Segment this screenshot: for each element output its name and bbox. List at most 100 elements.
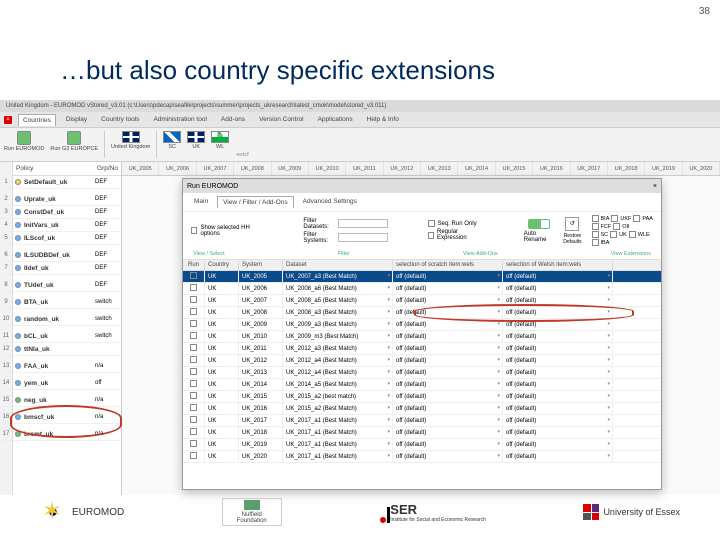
ext-checkbox[interactable] (592, 223, 599, 230)
run-checkbox[interactable] (190, 344, 197, 351)
cell-switch[interactable]: off (default) (393, 343, 503, 354)
function-row[interactable]: Uprate_ukDEF (13, 193, 121, 206)
year-col[interactable]: UK_2015 (496, 162, 533, 175)
cell-hh[interactable]: off (default) (503, 307, 613, 318)
function-row[interactable]: bmscf_ukn/a (13, 411, 121, 424)
menu-countries[interactable]: Countries (18, 114, 56, 126)
cell-switch[interactable]: off (default) (393, 427, 503, 438)
cell-dataset[interactable]: UK_2017_a1 (Best Match) (283, 427, 393, 438)
table-row[interactable]: UKUK_2006UK_2008_a6 (Best Match)off (def… (183, 283, 661, 295)
run-checkbox[interactable] (190, 428, 197, 435)
restore-defaults-icon[interactable]: ↺ (565, 217, 579, 231)
year-col[interactable]: UK_2020 (683, 162, 720, 175)
run-checkbox[interactable] (190, 356, 197, 363)
table-row[interactable]: UKUK_2011UK_2012_a3 (Best Match)off (def… (183, 343, 661, 355)
year-col[interactable]: UK_2013 (421, 162, 458, 175)
cell-dataset[interactable]: UK_2017_a1 (Best Match) (283, 439, 393, 450)
cell-hh[interactable]: off (default) (503, 379, 613, 390)
cell-dataset[interactable]: UK_2007_a3 (Best Match) (283, 271, 393, 282)
cell-dataset[interactable]: UK_2008_a3 (Best Match) (283, 307, 393, 318)
table-row[interactable]: UKUK_2020UK_2017_a1 (Best Match)off (def… (183, 451, 661, 463)
cell-switch[interactable]: off (default) (393, 355, 503, 366)
function-row[interactable]: SetDefault_ukDEF (13, 176, 121, 189)
menu-applications[interactable]: Applications (314, 114, 357, 125)
cell-hh[interactable]: off (default) (503, 451, 613, 462)
cell-switch[interactable]: off (default) (393, 439, 503, 450)
run-checkbox[interactable] (190, 308, 197, 315)
function-row[interactable]: TUdef_ukDEF (13, 279, 121, 292)
dialog-close-icon[interactable]: × (653, 183, 657, 190)
cell-switch[interactable]: off (default) (393, 415, 503, 426)
run-checkbox[interactable] (190, 440, 197, 447)
year-col[interactable]: UK_2005 (122, 162, 159, 175)
function-row[interactable]: bCL_ukswitch (13, 330, 121, 343)
cell-switch[interactable]: off (default) (393, 391, 503, 402)
function-row[interactable]: yem_ukoff (13, 377, 121, 390)
table-row[interactable]: UKUK_2005UK_2007_a3 (Best Match)off (def… (183, 271, 661, 283)
regex-checkbox[interactable] (428, 232, 434, 239)
function-row[interactable]: ILScof_ukDEF (13, 232, 121, 245)
table-row[interactable]: UKUK_2009UK_2009_a3 (Best Match)off (def… (183, 319, 661, 331)
function-row[interactable]: random_ukswitch (13, 313, 121, 326)
ext-checkbox[interactable] (610, 231, 617, 238)
flag-sc[interactable]: SC (163, 131, 181, 158)
table-row[interactable]: UKUK_2014UK_2014_a5 (Best Match)off (def… (183, 379, 661, 391)
run-checkbox[interactable] (190, 392, 197, 399)
ext-checkbox[interactable] (592, 231, 599, 238)
filter-datasets-input[interactable] (338, 219, 388, 228)
show-selected-hh-checkbox[interactable] (191, 227, 197, 234)
table-row[interactable]: UKUK_2012UK_2012_a4 (Best Match)off (def… (183, 355, 661, 367)
table-row[interactable]: UKUK_2017UK_2017_a1 (Best Match)off (def… (183, 415, 661, 427)
cell-dataset[interactable]: UK_2015_a2 (Best Match) (283, 403, 393, 414)
cell-hh[interactable]: off (default) (503, 319, 613, 330)
function-list[interactable]: Policy Grp/No SetDefault_ukDEFUprate_ukD… (13, 162, 121, 495)
cell-hh[interactable]: off (default) (503, 355, 613, 366)
menu-country-tools[interactable]: Country tools (97, 114, 143, 125)
ext-checkbox[interactable] (633, 215, 640, 222)
cell-hh[interactable]: off (default) (503, 283, 613, 294)
year-col[interactable]: UK_2014 (458, 162, 495, 175)
year-col[interactable]: UK_2017 (571, 162, 608, 175)
cell-hh[interactable]: off (default) (503, 343, 613, 354)
cell-switch[interactable]: off (default) (393, 403, 503, 414)
year-col[interactable]: UK_2006 (159, 162, 196, 175)
run-checkbox[interactable] (190, 332, 197, 339)
ext-checkbox[interactable] (592, 215, 599, 222)
cell-switch[interactable]: off (default) (393, 367, 503, 378)
function-row[interactable]: BTA_ukswitch (13, 296, 121, 309)
cell-dataset[interactable]: UK_2012_a3 (Best Match) (283, 343, 393, 354)
year-col[interactable]: UK_2010 (309, 162, 346, 175)
cell-dataset[interactable]: UK_2012_a4 (Best Match) (283, 355, 393, 366)
cell-dataset[interactable]: UK_2012_a4 (Best Match) (283, 367, 393, 378)
cell-hh[interactable]: off (default) (503, 331, 613, 342)
year-col[interactable]: UK_2008 (234, 162, 271, 175)
year-col[interactable]: UK_2019 (645, 162, 682, 175)
table-row[interactable]: UKUK_2010UK_2009_m3 (Best Match)off (def… (183, 331, 661, 343)
function-row[interactable]: ConstDef_ukDEF (13, 206, 121, 219)
cell-switch[interactable]: off (default) (393, 319, 503, 330)
function-row[interactable]: ttNla_uk (13, 343, 121, 356)
dlg-tab-view-filter[interactable]: View / Filter / Add-Ons (217, 196, 294, 208)
table-row[interactable]: UKUK_2008UK_2008_a3 (Best Match)off (def… (183, 307, 661, 319)
menu-help[interactable]: Help & Info (363, 114, 403, 125)
ext-checkbox[interactable] (611, 215, 618, 222)
cell-hh[interactable]: off (default) (503, 403, 613, 414)
table-row[interactable]: UKUK_2015UK_2015_a2 (best match)off (def… (183, 391, 661, 403)
year-col[interactable]: UK_2011 (346, 162, 383, 175)
cell-dataset[interactable]: UK_2009_a3 (Best Match) (283, 319, 393, 330)
menu-admin-tool[interactable]: Administration tool (149, 114, 210, 125)
cell-hh[interactable]: off (default) (503, 295, 613, 306)
cell-dataset[interactable]: UK_2008_a6 (Best Match) (283, 283, 393, 294)
cell-hh[interactable]: off (default) (503, 367, 613, 378)
table-row[interactable]: UKUK_2016UK_2015_a2 (Best Match)off (def… (183, 403, 661, 415)
ext-checkbox[interactable] (592, 239, 599, 246)
table-row[interactable]: UKUK_2007UK_2008_a5 (Best Match)off (def… (183, 295, 661, 307)
year-col[interactable]: UK_2007 (197, 162, 234, 175)
run-checkbox[interactable] (190, 380, 197, 387)
function-row[interactable]: FAA_ukn/a (13, 360, 121, 373)
run-checkbox[interactable] (190, 416, 197, 423)
run-checkbox[interactable] (190, 404, 197, 411)
year-col[interactable]: UK_2016 (533, 162, 570, 175)
dlg-tab-advanced[interactable]: Advanced Settings (298, 196, 362, 208)
cell-hh[interactable]: off (default) (503, 439, 613, 450)
